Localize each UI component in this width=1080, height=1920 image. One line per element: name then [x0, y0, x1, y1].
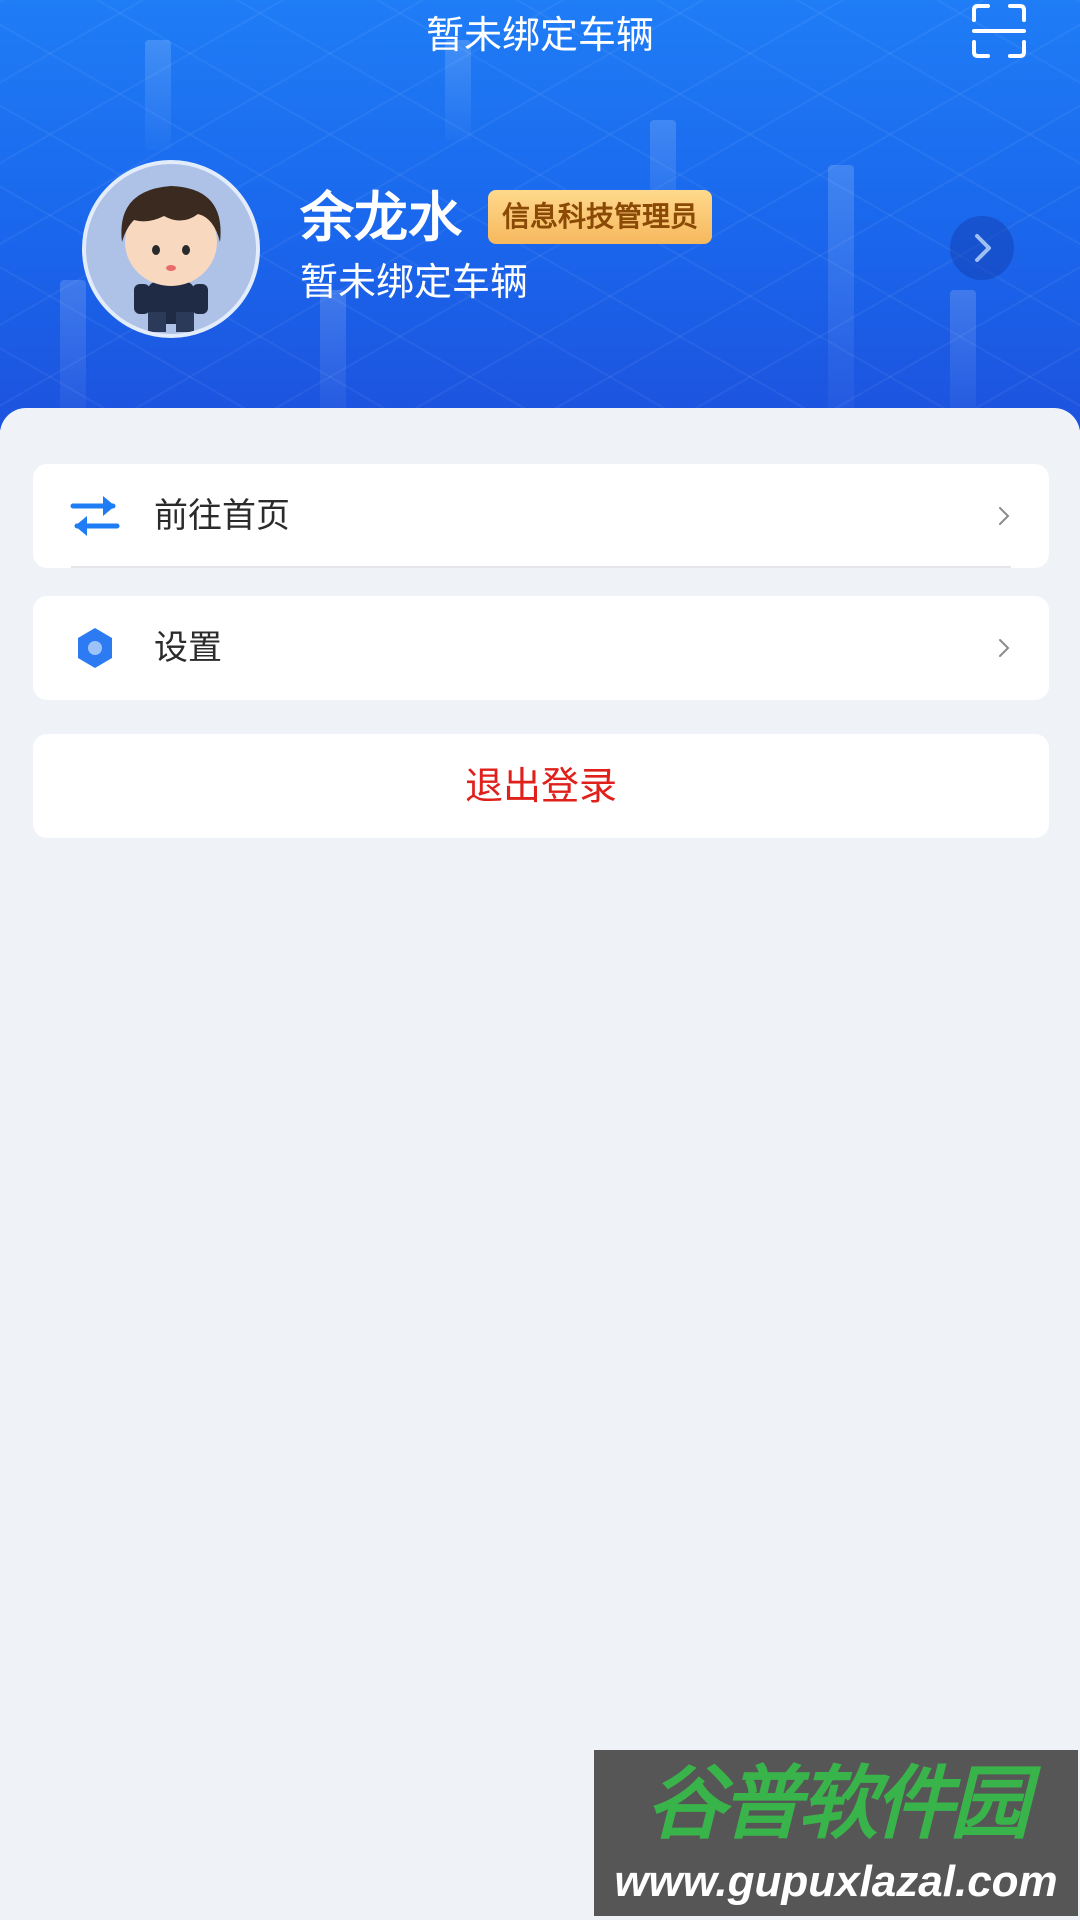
menu-item-label: 前往首页	[154, 496, 290, 536]
main-content: 前往首页 设置 退出登录	[0, 408, 1080, 1920]
user-name: 余龙水	[300, 186, 462, 249]
menu-item-settings[interactable]: 设置	[33, 596, 1049, 700]
page-title: 暂未绑定车辆	[425, 13, 654, 57]
watermark-logo: 谷普软件园 www.gupuxlazal.com	[594, 1750, 1078, 1916]
role-badge: 信息科技管理员	[488, 190, 713, 244]
hexagon-settings-icon	[69, 622, 121, 674]
avatar[interactable]	[82, 160, 260, 338]
decorative-bar	[828, 165, 854, 430]
profile-detail-button[interactable]	[950, 216, 1014, 280]
logout-button[interactable]: 退出登录	[33, 734, 1049, 838]
swap-arrows-icon	[69, 490, 121, 542]
chevron-right-icon	[997, 504, 1011, 528]
chevron-right-icon	[975, 234, 991, 262]
watermark-url: www.gupuxlazal.com	[614, 1857, 1058, 1906]
watermark-brand: 谷普软件园	[646, 1759, 1030, 1848]
menu-item-label: 设置	[154, 628, 222, 668]
profile-header: 暂未绑定车辆 余龙水 信息科技管理员 暂未绑定车辆	[0, 0, 1080, 430]
logout-card: 退出登录	[33, 734, 1049, 838]
scan-icon[interactable]	[972, 4, 1026, 58]
menu-item-home[interactable]: 前往首页	[33, 464, 1049, 568]
chevron-right-icon	[997, 636, 1011, 660]
vehicle-status: 暂未绑定车辆	[300, 260, 529, 304]
divider	[71, 566, 1011, 568]
